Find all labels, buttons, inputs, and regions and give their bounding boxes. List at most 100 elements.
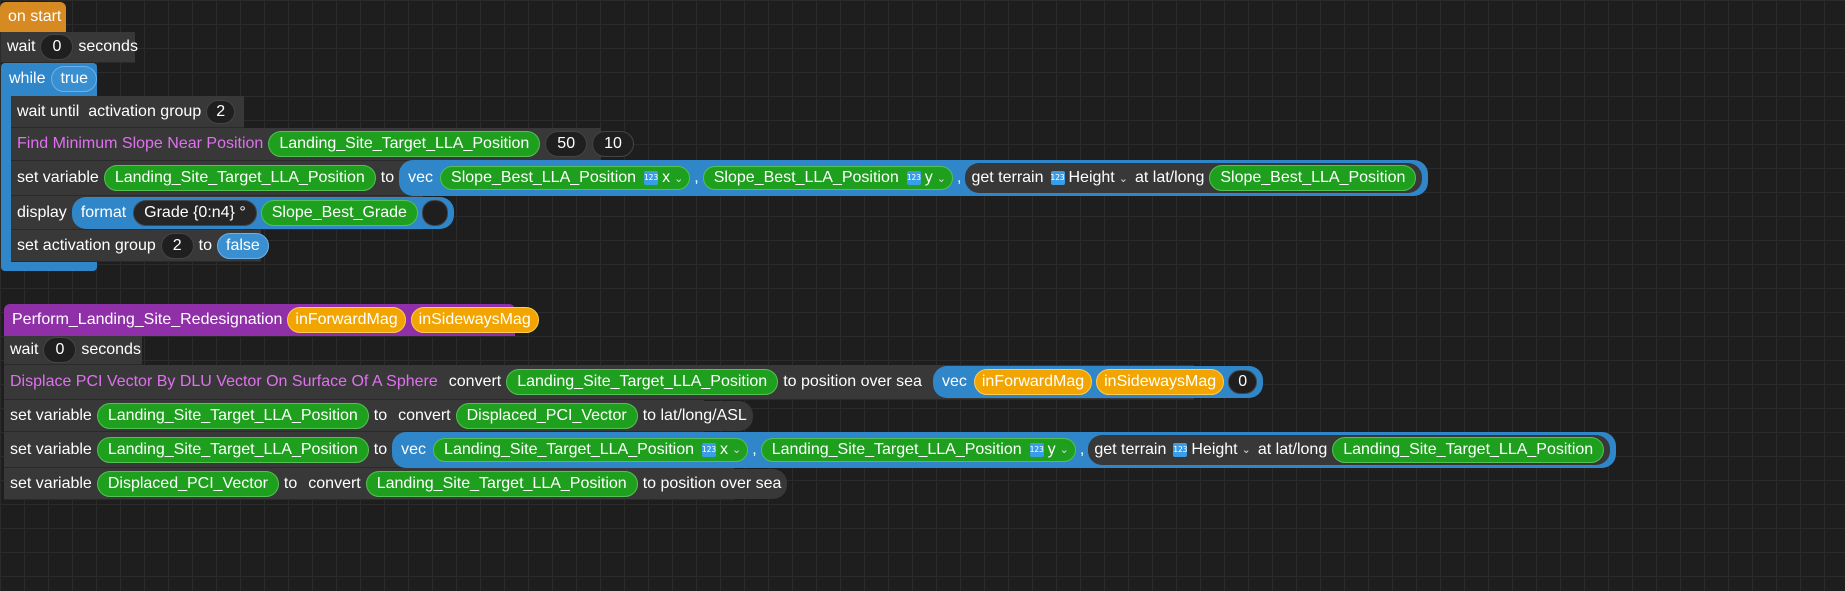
find-slope-arg1[interactable]: 50 — [545, 131, 588, 157]
convert-block[interactable]: convert Displaced_PCI_Vector to lat/long… — [392, 400, 753, 431]
vec-block[interactable]: vec inForwardMag inSidewaysMag 0 — [932, 366, 1264, 398]
convert-suffix: to lat/long/ASL — [642, 406, 747, 424]
vec-label: vec — [401, 440, 427, 458]
wait-until-label: wait until — [17, 102, 80, 120]
set-activation-group-block[interactable]: set activation group 2 to false — [11, 230, 269, 262]
chevron-down-icon: ⌄ — [936, 172, 946, 185]
chevron-down-icon: ⌄ — [1118, 172, 1128, 185]
set-variable-label: set variable — [10, 440, 92, 458]
convert-block[interactable]: convert Landing_Site_Target_LLA_Position… — [442, 367, 928, 397]
on-start-block[interactable]: on start — [0, 2, 66, 32]
y-var: Slope_Best_LLA_Position — [713, 169, 899, 186]
terrain-property-value: Height — [1191, 440, 1238, 458]
to-label: to — [373, 440, 388, 458]
convert-suffix: to position over sea — [642, 474, 782, 492]
convert-label: convert — [448, 373, 502, 390]
set-variable-block[interactable]: set variable Landing_Site_Target_LLA_Pos… — [11, 160, 1429, 196]
function-name: Perform_Landing_Site_Redesignation — [12, 311, 283, 328]
convert-src[interactable]: Displaced_PCI_Vector — [455, 402, 638, 429]
to-label: to — [373, 406, 388, 424]
convert-label: convert — [308, 474, 361, 492]
vec-comma-2: , — [1079, 440, 1085, 458]
at-lat-long-var[interactable]: Slope_Best_LLA_Position — [1209, 165, 1417, 191]
x-component-dropdown[interactable]: 123 x ⌄ — [700, 441, 743, 459]
y-component-dropdown[interactable]: 123 y ⌄ — [905, 169, 948, 187]
set-variable-block-3[interactable]: set variable Displaced_PCI_Vector to con… — [4, 468, 788, 500]
displace-label: Displace PCI Vector By DLU Vector On Sur… — [10, 373, 438, 390]
terrain-property-dropdown[interactable]: 123 Height ⌄ — [1049, 169, 1130, 187]
get-terrain-block[interactable]: get terrain 123 Height ⌄ at lat/long Lan… — [1088, 434, 1611, 465]
y-component-block[interactable]: Landing_Site_Target_LLA_Position 123 y ⌄ — [760, 437, 1076, 462]
at-lat-long-label: at lat/long — [1134, 169, 1205, 186]
chevron-down-icon: ⌄ — [1241, 444, 1251, 456]
empty-slot[interactable] — [421, 199, 448, 226]
to-label: to — [380, 169, 395, 186]
while-condition-true[interactable]: true — [51, 66, 98, 92]
vec-block[interactable]: vec Landing_Site_Target_LLA_Position 123… — [392, 431, 1617, 468]
vec-arg-sideways[interactable]: inSidewaysMag — [1096, 369, 1225, 395]
x-component-value: x — [720, 440, 729, 458]
at-lat-long-var[interactable]: Landing_Site_Target_LLA_Position — [1332, 436, 1605, 463]
convert-src[interactable]: Landing_Site_Target_LLA_Position — [365, 470, 638, 497]
set-variable-block-2[interactable]: set variable Landing_Site_Target_LLA_Pos… — [4, 431, 1617, 468]
find-slope-arg2[interactable]: 10 — [592, 131, 634, 157]
display-block[interactable]: display format Grade {0:n4} ° Slope_Best… — [11, 196, 454, 230]
function-definition-block[interactable]: Perform_Landing_Site_Redesignation inFor… — [4, 304, 539, 336]
set-variable-target[interactable]: Displaced_PCI_Vector — [96, 470, 279, 497]
format-string-input[interactable]: Grade {0:n4} ° — [133, 199, 257, 226]
wait-label: wait — [7, 38, 36, 55]
function-wait-block[interactable]: wait 0 seconds — [4, 336, 142, 365]
x-component-block[interactable]: Landing_Site_Target_LLA_Position 123 x ⌄ — [433, 437, 749, 462]
wait-block[interactable]: wait 0 seconds — [1, 32, 138, 63]
number-type-icon: 123 — [1029, 442, 1044, 457]
x-component-dropdown[interactable]: 123 x ⌄ — [642, 169, 685, 187]
terrain-property-dropdown[interactable]: 123 Height ⌄ — [1171, 441, 1252, 459]
find-slope-block[interactable]: Find Minimum Slope Near Position Landing… — [11, 128, 634, 161]
vec-arg-zero[interactable]: 0 — [1228, 370, 1258, 394]
y-component-dropdown[interactable]: 123 y ⌄ — [1028, 441, 1071, 459]
number-type-icon: 123 — [644, 171, 658, 185]
number-type-icon: 123 — [1050, 171, 1065, 185]
vec-comma-1: , — [752, 440, 757, 458]
activation-group-label: activation group — [88, 102, 202, 120]
y-var: Landing_Site_Target_LLA_Position — [771, 440, 1022, 458]
x-component-block[interactable]: Slope_Best_LLA_Position 123 x ⌄ — [440, 166, 691, 190]
y-component-value: y — [924, 169, 933, 186]
activation-group-expr[interactable]: activation group 2 — [84, 97, 240, 126]
set-variable-block-1[interactable]: set variable Landing_Site_Target_LLA_Pos… — [4, 400, 753, 432]
vec-comma-1: , — [694, 169, 699, 186]
wait-seconds-input[interactable]: 0 — [40, 34, 74, 60]
terrain-property-value: Height — [1068, 169, 1115, 186]
chevron-down-icon: ⌄ — [674, 172, 684, 185]
to-label: to — [283, 474, 298, 492]
set-variable-target[interactable]: Landing_Site_Target_LLA_Position — [103, 165, 376, 191]
param-forward-mag[interactable]: inForwardMag — [287, 307, 406, 333]
get-terrain-block[interactable]: get terrain 123 Height ⌄ at lat/long Slo… — [965, 163, 1423, 193]
get-terrain-label: get terrain — [1094, 440, 1167, 458]
y-component-block[interactable]: Slope_Best_LLA_Position 123 y ⌄ — [702, 166, 953, 190]
vec-label: vec — [941, 373, 967, 390]
displace-vector-block[interactable]: Displace PCI Vector By DLU Vector On Sur… — [4, 365, 1264, 400]
wait-label: wait — [10, 341, 39, 358]
convert-block[interactable]: convert Landing_Site_Target_LLA_Position… — [302, 468, 788, 499]
format-block[interactable]: format Grade {0:n4} ° Slope_Best_Grade — [71, 196, 454, 229]
activation-group-number[interactable]: 2 — [206, 99, 236, 124]
x-var: Landing_Site_Target_LLA_Position — [444, 440, 695, 458]
activation-group-input[interactable]: 2 — [160, 232, 194, 259]
state-false[interactable]: false — [217, 232, 269, 259]
get-terrain-label: get terrain — [971, 169, 1044, 186]
set-variable-target[interactable]: Landing_Site_Target_LLA_Position — [96, 402, 369, 429]
while-header[interactable]: while true — [1, 63, 98, 95]
wait-unit-label: seconds — [78, 38, 138, 55]
wait-seconds-input[interactable]: 0 — [43, 337, 77, 363]
while-label: while — [9, 70, 46, 87]
set-variable-target[interactable]: Landing_Site_Target_LLA_Position — [96, 436, 369, 463]
format-var[interactable]: Slope_Best_Grade — [260, 199, 418, 226]
find-slope-var[interactable]: Landing_Site_Target_LLA_Position — [268, 131, 541, 157]
vec-arg-forward[interactable]: inForwardMag — [973, 369, 1093, 395]
vec-comma-2: , — [957, 169, 962, 186]
wait-until-block[interactable]: wait until activation group 2 — [11, 96, 244, 128]
param-sideways-mag[interactable]: inSidewaysMag — [410, 307, 539, 333]
vec-block[interactable]: vec Slope_Best_LLA_Position 123 x ⌄ , Sl… — [399, 160, 1429, 196]
convert-var[interactable]: Landing_Site_Target_LLA_Position — [506, 369, 779, 395]
